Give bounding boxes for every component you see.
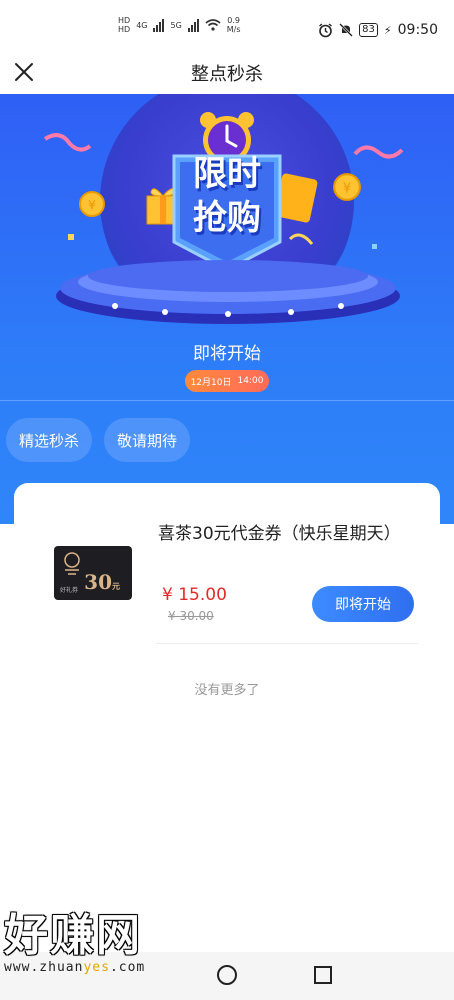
coin-icon-left: ¥	[79, 191, 105, 217]
tab-coming-soon[interactable]: 敬请期待	[104, 418, 190, 462]
mute-icon	[339, 23, 354, 37]
charging-icon: ⚡	[383, 23, 392, 37]
recent-apps-button[interactable]	[314, 966, 332, 984]
close-icon[interactable]	[12, 60, 36, 84]
hd-badge: HD HD	[118, 16, 131, 34]
wifi-icon	[205, 19, 221, 31]
badge-text-bottom: 抢购	[193, 198, 261, 238]
sale-clock: 14:00	[237, 376, 264, 386]
tab-featured-sale[interactable]: 精选秒杀	[6, 418, 92, 462]
sale-price: ¥ 15.00	[162, 585, 227, 605]
network-type-right: 5G	[170, 20, 182, 30]
watermark: 好赚网 www.zhuanyes.com	[4, 912, 194, 996]
sale-time-badge: 12月10日 14:00	[185, 370, 269, 392]
home-button[interactable]	[217, 965, 237, 985]
svg-text:¥: ¥	[88, 198, 96, 212]
product-card[interactable]: 30元 好礼券 喜茶30元代金券（快乐星期天） ¥ 15.00 ¥ 30.00 …	[14, 483, 440, 963]
badge-text: 限时 抢购	[166, 152, 288, 240]
nav-bar: 整点秒杀	[0, 52, 454, 94]
voucher-label: 好礼券	[60, 587, 79, 594]
sale-date: 12月10日	[190, 377, 232, 388]
product-name: 喜茶30元代金券（快乐星期天）	[158, 524, 401, 544]
hero-divider	[0, 400, 454, 401]
list-end-text: 没有更多了	[194, 683, 260, 698]
status-bar: HD HD 4G 5G 0.9 M/s 83 ⚡ 09:50	[0, 0, 454, 52]
status-right: 83 ⚡ 09:50	[318, 22, 438, 38]
clock: 09:50	[397, 22, 438, 38]
badge-text-top: 限时	[193, 154, 261, 194]
signal-icon-2	[187, 18, 199, 32]
voucher-value: 30元	[84, 570, 120, 594]
svg-text:¥: ¥	[343, 181, 351, 196]
card-divider	[156, 643, 418, 644]
product-thumbnail: 30元 好礼券	[54, 546, 132, 600]
coin-icon-right: ¥	[333, 173, 361, 201]
tea-logo-icon	[64, 552, 80, 575]
watermark-url: www.zhuanyes.com	[4, 960, 146, 975]
original-price: ¥ 30.00	[168, 609, 214, 623]
network-type-left: 4G	[136, 20, 148, 30]
net-speed: 0.9 M/s	[226, 16, 241, 34]
page-title: 整点秒杀	[191, 64, 263, 85]
coming-soon-button[interactable]: 即将开始	[312, 586, 414, 622]
sale-status: 即将开始	[193, 344, 261, 364]
podium-stage	[56, 260, 400, 324]
alarm-icon	[319, 22, 333, 37]
signal-icon	[153, 18, 165, 32]
watermark-logo: 好赚网	[4, 910, 142, 961]
hero-banner: ¥ ¥ 限时 抢购 即将开始 12月10日 14:00 精选秒杀 敬请期待	[0, 94, 454, 524]
network-indicators: HD HD 4G 5G 0.9 M/s	[118, 16, 241, 34]
battery-indicator: 83	[359, 23, 378, 37]
